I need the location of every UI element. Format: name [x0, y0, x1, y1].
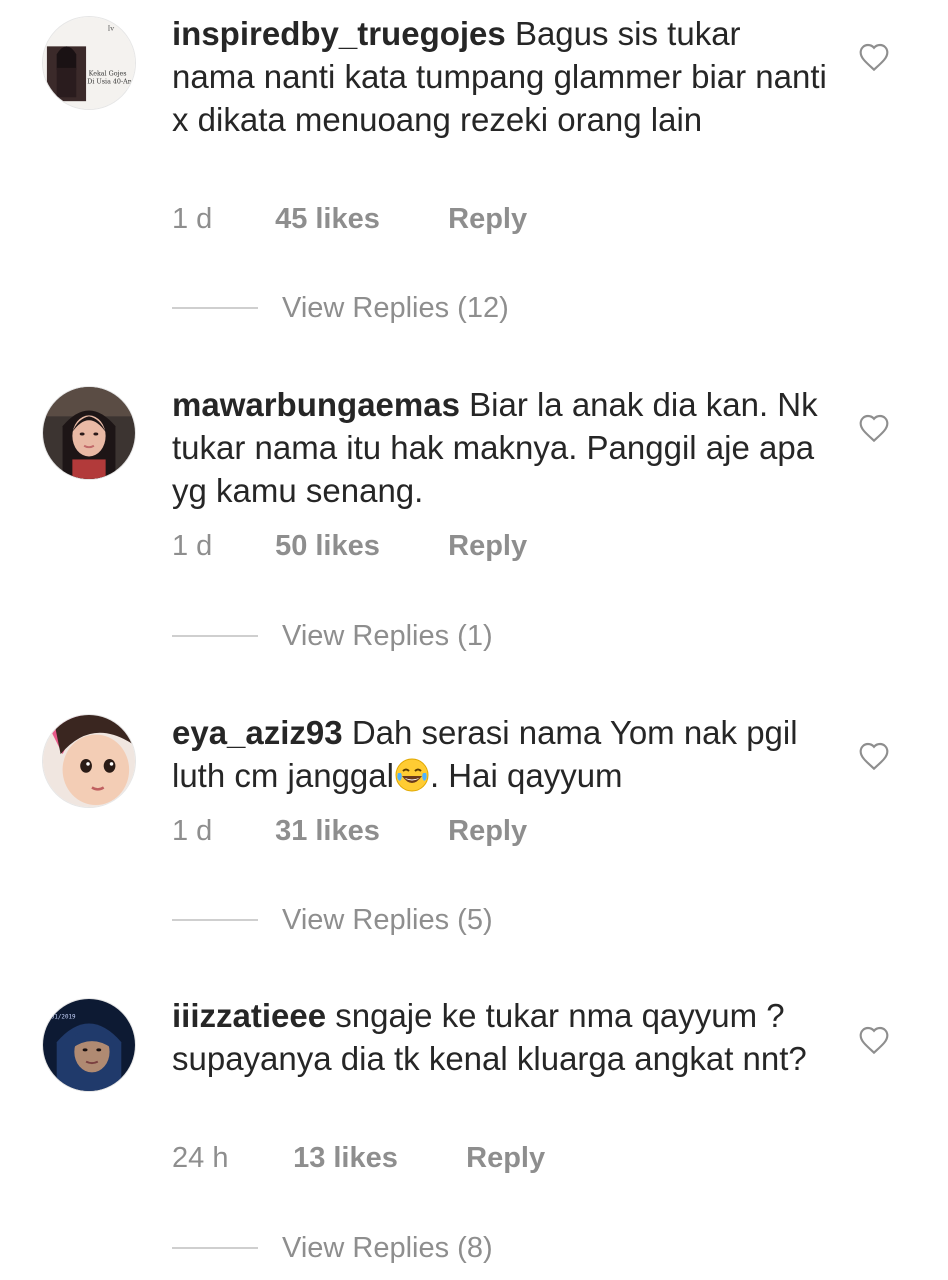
view-replies-label[interactable]: View Replies (12) — [282, 292, 509, 325]
avatar[interactable]: 01/2019 — [42, 998, 136, 1092]
view-replies-label[interactable]: View Replies (1) — [282, 620, 493, 653]
comment-username[interactable]: mawarbungaemas — [172, 386, 460, 423]
comment-body-end: . Hai qayyum — [429, 757, 623, 794]
avatar-image — [43, 387, 135, 479]
avatar-caption-2: Di Usia 40-An — [87, 78, 132, 86]
view-replies-button[interactable]: View Replies (8) — [172, 1228, 493, 1268]
comment-meta: 1 d 31 likes Reply — [172, 813, 527, 849]
avatar[interactable]: Iv Kekal Gojes Di Usia 40-An — [42, 16, 136, 110]
comment-text: mawarbungaemas Biar la anak dia kan. Nk … — [172, 383, 832, 512]
avatar[interactable] — [42, 386, 136, 480]
reply-button[interactable]: Reply — [448, 528, 527, 564]
avatar-caption-1: Kekal Gojes — [89, 70, 127, 78]
comment-meta: 24 h 13 likes Reply — [172, 1140, 545, 1176]
comment-text: iiizzatieee sngaje ke tukar nma qayyum ?… — [172, 994, 832, 1080]
view-replies-label[interactable]: View Replies (8) — [282, 1232, 493, 1265]
view-replies-label[interactable]: View Replies (5) — [282, 904, 493, 937]
avatar-image — [43, 715, 135, 807]
comment-likes[interactable]: 31 likes — [275, 813, 440, 849]
comment-likes[interactable]: 13 likes — [293, 1140, 458, 1176]
avatar[interactable] — [42, 714, 136, 808]
comment-meta: 1 d 45 likes Reply — [172, 201, 527, 237]
comment-time: 1 d — [172, 530, 213, 562]
laughing-tears-emoji-icon — [395, 758, 429, 792]
replies-divider — [172, 1247, 258, 1249]
comment-text: eya_aziz93 Dah serasi nama Yom nak pgil … — [172, 711, 832, 797]
avatar-image: 01/2019 — [43, 999, 135, 1091]
avatar-tag: Iv — [108, 25, 115, 33]
comment-likes[interactable]: 50 likes — [275, 528, 440, 564]
heart-outline-icon[interactable] — [858, 413, 890, 443]
view-replies-button[interactable]: View Replies (1) — [172, 616, 493, 656]
avatar-stamp: 01/2019 — [51, 1015, 76, 1021]
reply-button[interactable]: Reply — [466, 1140, 545, 1176]
comment-username[interactable]: iiizzatieee — [172, 997, 326, 1034]
reply-button[interactable]: Reply — [448, 813, 527, 849]
heart-outline-icon[interactable] — [858, 1025, 890, 1055]
comment-time: 24 h — [172, 1142, 229, 1174]
comment-meta: 1 d 50 likes Reply — [172, 528, 527, 564]
replies-divider — [172, 919, 258, 921]
heart-outline-icon[interactable] — [858, 42, 890, 72]
comment-time: 1 d — [172, 203, 213, 235]
comment-username[interactable]: eya_aziz93 — [172, 714, 343, 751]
replies-divider — [172, 635, 258, 637]
comment-username[interactable]: inspiredby_truegojes — [172, 15, 506, 52]
avatar-image: Iv Kekal Gojes Di Usia 40-An — [43, 17, 135, 109]
view-replies-button[interactable]: View Replies (5) — [172, 900, 493, 940]
comment-time: 1 d — [172, 815, 213, 847]
replies-divider — [172, 307, 258, 309]
comment-text: inspiredby_truegojes Bagus sis tukar nam… — [172, 12, 832, 141]
view-replies-button[interactable]: View Replies (12) — [172, 288, 509, 328]
comment-likes[interactable]: 45 likes — [275, 201, 440, 237]
reply-button[interactable]: Reply — [448, 201, 527, 237]
heart-outline-icon[interactable] — [858, 741, 890, 771]
